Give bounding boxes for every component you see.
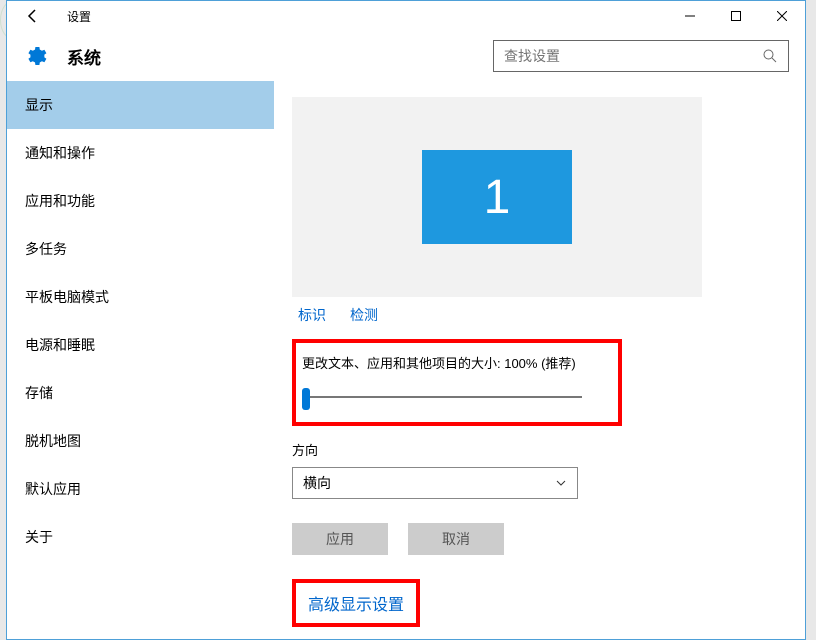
detect-link[interactable]: 检测: [350, 305, 378, 325]
identify-link[interactable]: 标识: [298, 305, 326, 325]
advanced-display-link[interactable]: 高级显示设置: [308, 597, 404, 614]
orientation-value: 横向: [303, 473, 331, 493]
main-panel: 1 标识 检测 更改文本、应用和其他项目的大小: 100% (推荐) 方向 横向…: [274, 81, 805, 639]
minimize-icon: [685, 11, 695, 21]
back-button[interactable]: [21, 4, 45, 28]
gear-icon: [23, 44, 47, 68]
apply-button[interactable]: 应用: [292, 523, 388, 555]
search-icon: [762, 48, 778, 64]
sidebar-item-5[interactable]: 电源和睡眠: [7, 321, 274, 369]
minimize-button[interactable]: [667, 1, 713, 31]
settings-window: 设置 系统 显示通知和操作应用和功能多任务平板电脑模式电源和睡眠存储脱机地图默认…: [6, 0, 806, 640]
window-title: 设置: [67, 8, 91, 25]
scale-slider[interactable]: [302, 388, 582, 406]
arrow-left-icon: [25, 8, 41, 24]
monitor-tile-1[interactable]: 1: [422, 150, 572, 244]
search-field[interactable]: [504, 48, 762, 64]
page-title: 系统: [67, 44, 101, 69]
sidebar-item-8[interactable]: 默认应用: [7, 465, 274, 513]
monitor-id: 1: [484, 170, 511, 225]
header: 系统: [7, 31, 805, 81]
scale-label: 更改文本、应用和其他项目的大小: 100% (推荐): [302, 353, 612, 372]
maximize-icon: [731, 11, 741, 21]
advanced-highlight: 高级显示设置: [292, 579, 420, 627]
close-icon: [777, 11, 787, 21]
search-input[interactable]: [493, 40, 789, 72]
sidebar-item-4[interactable]: 平板电脑模式: [7, 273, 274, 321]
slider-thumb[interactable]: [302, 388, 310, 410]
sidebar: 显示通知和操作应用和功能多任务平板电脑模式电源和睡眠存储脱机地图默认应用关于: [7, 81, 274, 639]
slider-track: [310, 396, 582, 398]
cancel-button[interactable]: 取消: [408, 523, 504, 555]
sidebar-item-6[interactable]: 存储: [7, 369, 274, 417]
orientation-select[interactable]: 横向: [292, 467, 578, 499]
monitor-preview: 1: [292, 97, 702, 297]
orientation-label: 方向: [292, 440, 787, 459]
maximize-button[interactable]: [713, 1, 759, 31]
close-button[interactable]: [759, 1, 805, 31]
titlebar: 设置: [7, 1, 805, 31]
sidebar-item-2[interactable]: 应用和功能: [7, 177, 274, 225]
sidebar-item-0[interactable]: 显示: [7, 81, 274, 129]
chevron-down-icon: [555, 477, 567, 489]
sidebar-item-9[interactable]: 关于: [7, 513, 274, 561]
sidebar-item-3[interactable]: 多任务: [7, 225, 274, 273]
scale-highlight: 更改文本、应用和其他项目的大小: 100% (推荐): [292, 339, 622, 426]
sidebar-item-1[interactable]: 通知和操作: [7, 129, 274, 177]
sidebar-item-7[interactable]: 脱机地图: [7, 417, 274, 465]
